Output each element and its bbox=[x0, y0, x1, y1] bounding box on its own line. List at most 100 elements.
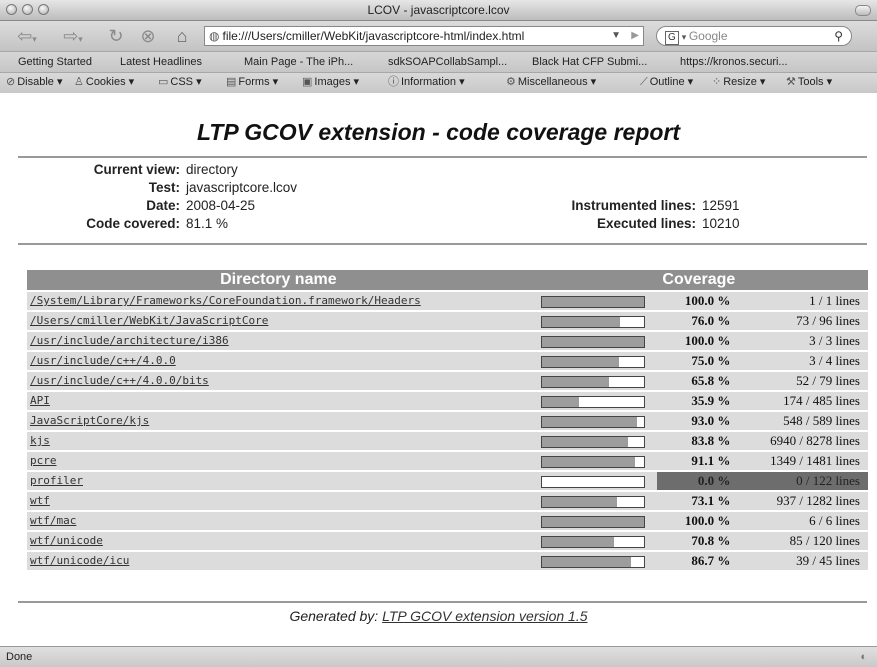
bookmark-black-hat[interactable]: Black Hat CFP Submi... bbox=[532, 52, 647, 72]
info-divider bbox=[18, 243, 867, 245]
executed-lines-value: 10210 bbox=[702, 216, 740, 231]
directory-link[interactable]: /usr/include/architecture/i386 bbox=[27, 332, 530, 350]
report-info-left: Current view: directory Test: javascriptco… bbox=[20, 161, 297, 233]
coverage-bar-cell bbox=[529, 472, 657, 490]
bookmark-kronos[interactable]: https://kronos.securi... bbox=[680, 52, 788, 72]
web-developer-toolbar: ⊘ Disable ▾ ♙ Cookies ▾ ▭ CSS ▾ ▤ Forms ▾ ▣ I… bbox=[0, 72, 877, 94]
footer-divider bbox=[18, 601, 867, 603]
back-button[interactable]: ⇦▾ bbox=[10, 25, 44, 47]
search-icon[interactable]: ⚲ bbox=[834, 27, 843, 45]
coverage-percent: 73.1 % bbox=[656, 492, 743, 510]
webdev-tools[interactable]: ⚒ Tools ▾ bbox=[786, 73, 832, 92]
coverage-lines: 0 / 122 lines bbox=[742, 472, 868, 490]
coverage-bar bbox=[541, 375, 646, 388]
go-arrow-icon[interactable]: ▶ bbox=[631, 27, 639, 45]
executed-lines-label: Executed lines: bbox=[596, 216, 696, 231]
url-text: file:///Users/cmiller/WebKit/javascriptc… bbox=[222, 29, 525, 43]
bookmark-getting-started[interactable]: Getting Started bbox=[18, 52, 92, 72]
page-icon: ◍ bbox=[209, 29, 220, 43]
coverage-percent: 0.0 % bbox=[656, 472, 743, 490]
webdev-cookies[interactable]: ♙ Cookies ▾ bbox=[74, 73, 134, 92]
coverage-bar bbox=[541, 495, 646, 508]
coverage-bar-fill bbox=[542, 396, 579, 407]
coverage-bar-fill bbox=[542, 536, 615, 547]
tools-icon: ⚒ bbox=[786, 76, 796, 88]
coverage-bar-cell bbox=[529, 412, 657, 430]
current-view-label: Current view: bbox=[93, 162, 180, 177]
bookmark-main-page[interactable]: Main Page - The iPh... bbox=[244, 52, 353, 72]
footer: Generated by: LTP GCOV extension version… bbox=[0, 608, 877, 624]
url-bar[interactable]: ◍ file:///Users/cmiller/WebKit/javascript… bbox=[204, 26, 644, 46]
bookmark-sdksoapcollab[interactable]: sdkSOAPCollabSampl... bbox=[388, 52, 507, 72]
bookmark-latest-headlines[interactable]: Latest Headlines bbox=[120, 52, 202, 72]
directory-link[interactable]: /usr/include/c++/4.0.0 bbox=[27, 352, 530, 370]
forward-button[interactable]: ⇨▾ bbox=[56, 25, 90, 47]
disable-icon: ⊘ bbox=[6, 76, 16, 88]
ltp-gcov-link[interactable]: LTP GCOV extension version 1.5 bbox=[382, 608, 587, 624]
coverage-bar-fill bbox=[542, 556, 631, 567]
directory-link[interactable]: profiler bbox=[27, 472, 530, 490]
coverage-lines: 52 / 79 lines bbox=[742, 372, 868, 390]
url-history-dropdown-icon[interactable]: ▼ bbox=[611, 27, 621, 45]
table-row: wtf/unicode 70.8 % 85 / 120 lines bbox=[27, 532, 868, 550]
table-row: JavaScriptCore/kjs 93.0 % 548 / 589 lines bbox=[27, 412, 868, 430]
status-indicator-icon: ◐ bbox=[860, 651, 867, 663]
webdev-information[interactable]: ⓘ Information ▾ bbox=[388, 73, 465, 92]
directory-link[interactable]: /System/Library/Frameworks/CoreFoundatio… bbox=[27, 292, 530, 310]
coverage-percent: 100.0 % bbox=[656, 512, 743, 530]
webdev-outline[interactable]: ⟋ Outline ▾ bbox=[640, 73, 693, 92]
header-divider bbox=[18, 156, 867, 158]
search-engine-icon[interactable]: G bbox=[665, 31, 679, 45]
search-field[interactable]: G ▾ Google ⚲ bbox=[656, 26, 852, 46]
home-icon[interactable]: ⌂ bbox=[170, 25, 194, 47]
directory-link[interactable]: kjs bbox=[27, 432, 530, 450]
coverage-bar-cell bbox=[529, 492, 657, 510]
webdev-images[interactable]: ▣ Images ▾ bbox=[302, 73, 359, 92]
directory-link[interactable]: /usr/include/c++/4.0.0/bits bbox=[27, 372, 530, 390]
reload-icon[interactable]: ↻ bbox=[104, 25, 128, 47]
instrumented-lines-value: 12591 bbox=[702, 198, 740, 213]
coverage-table: Directory name Coverage /System/Library/… bbox=[27, 268, 868, 572]
directory-link[interactable]: /Users/cmiller/WebKit/JavaScriptCore bbox=[27, 312, 530, 330]
coverage-bar bbox=[541, 355, 646, 368]
coverage-header: Coverage bbox=[529, 270, 868, 290]
coverage-bar bbox=[541, 335, 646, 348]
directory-link[interactable]: wtf/unicode bbox=[27, 532, 530, 550]
coverage-bar bbox=[541, 475, 646, 488]
coverage-lines: 85 / 120 lines bbox=[742, 532, 868, 550]
coverage-lines: 174 / 485 lines bbox=[742, 392, 868, 410]
directory-link[interactable]: pcre bbox=[27, 452, 530, 470]
toolbar-toggle-button[interactable] bbox=[855, 5, 871, 16]
coverage-bar-cell bbox=[529, 392, 657, 410]
coverage-bar bbox=[541, 535, 646, 548]
coverage-lines: 937 / 1282 lines bbox=[742, 492, 868, 510]
directory-link[interactable]: JavaScriptCore/kjs bbox=[27, 412, 530, 430]
coverage-lines: 1 / 1 lines bbox=[742, 292, 868, 310]
webdev-css[interactable]: ▭ CSS ▾ bbox=[158, 73, 202, 92]
table-row: /System/Library/Frameworks/CoreFoundatio… bbox=[27, 292, 868, 310]
webdev-miscellaneous[interactable]: ⚙ Miscellaneous ▾ bbox=[506, 73, 596, 92]
stop-icon[interactable]: ⊗ bbox=[136, 25, 160, 47]
coverage-bar-fill bbox=[542, 356, 619, 367]
coverage-percent: 35.9 % bbox=[656, 392, 743, 410]
table-row: kjs 83.8 % 6940 / 8278 lines bbox=[27, 432, 868, 450]
coverage-bar-fill bbox=[542, 456, 636, 467]
directory-link[interactable]: wtf bbox=[27, 492, 530, 510]
directory-link[interactable]: wtf/unicode/icu bbox=[27, 552, 530, 570]
coverage-bar bbox=[541, 555, 646, 568]
webdev-forms[interactable]: ▤ Forms ▾ bbox=[226, 73, 278, 92]
coverage-bar-fill bbox=[542, 496, 617, 507]
cookies-icon: ♙ bbox=[74, 76, 84, 88]
directory-name-header: Directory name bbox=[27, 270, 530, 290]
directory-link[interactable]: wtf/mac bbox=[27, 512, 530, 530]
webdev-disable[interactable]: ⊘ Disable ▾ bbox=[6, 73, 62, 92]
window-titlebar: LCOV - javascriptcore.lcov bbox=[0, 0, 877, 21]
table-row: API 35.9 % 174 / 485 lines bbox=[27, 392, 868, 410]
table-row: /Users/cmiller/WebKit/JavaScriptCore 76.0… bbox=[27, 312, 868, 330]
webdev-resize[interactable]: ⁘ Resize ▾ bbox=[712, 73, 765, 92]
table-row: wtf/mac 100.0 % 6 / 6 lines bbox=[27, 512, 868, 530]
coverage-bar-cell bbox=[529, 312, 657, 330]
directory-link[interactable]: API bbox=[27, 392, 530, 410]
coverage-lines: 39 / 45 lines bbox=[742, 552, 868, 570]
navigation-toolbar: ⇦▾ ⇨▾ ↻ ⊗ ⌂ ◍ file:///Users/cmiller/WebKi… bbox=[0, 21, 877, 51]
